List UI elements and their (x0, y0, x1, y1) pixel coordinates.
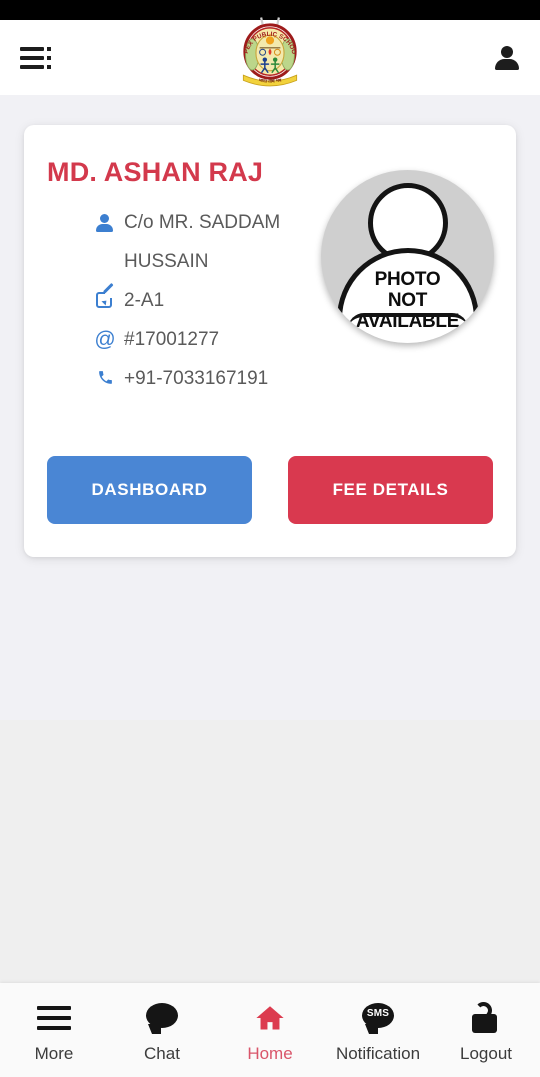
dashboard-button[interactable]: DASHBOARD (47, 456, 252, 524)
nav-item-home[interactable]: Home (216, 983, 324, 1077)
app-screen: APEX PUBLIC SCHOOL भारत तीर्थ भव MD. ASH… (0, 0, 540, 1077)
sms-bubble-icon: SMS (360, 1002, 396, 1034)
list-item: +91-7033167191 (94, 359, 324, 398)
student-profile-card: MD. ASHAN RAJ C/o MR. SADDAM HUSSAIN 2-A… (24, 125, 516, 557)
bottom-navigation: More Chat Home SMS Notification Logout (0, 983, 540, 1077)
nav-item-chat[interactable]: Chat (108, 983, 216, 1077)
phone-icon (94, 359, 116, 398)
guardian-name: C/o MR. SADDAM HUSSAIN (124, 212, 281, 272)
list-item: C/o MR. SADDAM HUSSAIN (94, 203, 324, 281)
school-logo: APEX PUBLIC SCHOOL भारत तीर्थ भव (231, 11, 307, 90)
phone-number: +91-7033167191 (124, 368, 269, 389)
list-item: 2-A1 (94, 281, 324, 320)
avatar-base-line (347, 313, 468, 329)
chat-bubble-icon (144, 1002, 180, 1034)
page-title: MD. ASHAN RAJ (47, 157, 264, 187)
nav-label-logout: Logout (460, 1044, 512, 1063)
list-item: @ #17001277 (94, 320, 324, 359)
at-icon: @ (94, 328, 116, 351)
home-icon (254, 1002, 286, 1034)
avatar: PHOTO NOT AVAILABLE (321, 170, 494, 343)
profile-person-icon[interactable] (494, 44, 520, 72)
student-info-list: C/o MR. SADDAM HUSSAIN 2-A1 @ #17001277 (94, 203, 324, 398)
nav-label-more: More (34, 1044, 74, 1063)
fee-details-button[interactable]: FEE DETAILS (288, 456, 493, 524)
nav-item-notification[interactable]: SMS Notification (324, 983, 432, 1077)
edit-icon (94, 281, 116, 320)
nav-label-chat: Chat (144, 1044, 180, 1063)
nav-label-home: Home (247, 1044, 293, 1063)
hamburger-icon (37, 1002, 71, 1034)
nav-item-logout[interactable]: Logout (432, 983, 540, 1077)
hamburger-list-icon[interactable] (20, 45, 54, 71)
class-section: 2-A1 (124, 290, 165, 311)
content-background-lower (0, 720, 540, 983)
student-id: #17001277 (124, 329, 220, 350)
person-icon (94, 203, 116, 242)
nav-item-more[interactable]: More (0, 983, 108, 1077)
unlocked-padlock-icon (471, 1002, 501, 1034)
nav-label-notification: Notification (335, 1044, 421, 1063)
